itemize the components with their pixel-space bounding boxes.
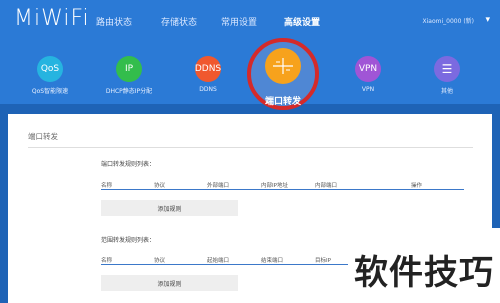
section-title: 端口转发: [28, 132, 58, 141]
add-range-rule-button[interactable]: 添加规则: [101, 275, 238, 291]
chevron-down-icon[interactable]: ▾: [485, 14, 490, 25]
port-forward-label[interactable]: 端口转发: [265, 94, 301, 107]
watermark-text: 软件技巧: [354, 253, 494, 293]
range-rules-label: 范围转发规则列表：: [101, 237, 156, 244]
range-col-end-port: 结束端口: [261, 258, 284, 264]
port-rules-label: 端口转发规则列表：: [101, 161, 156, 168]
port-table-header-line: [101, 189, 464, 190]
device-name[interactable]: Xiaomi_0000 (新): [423, 16, 475, 25]
miwifi-logo: MiWiFi: [14, 6, 90, 31]
ddns-label[interactable]: DDNS: [199, 86, 217, 93]
top-bar: MiWiFi 路由状态 存储状态 常用设置 高级设置 Xiaomi_0000 (…: [0, 0, 500, 44]
range-col-protocol: 协议: [154, 258, 166, 264]
section-divider: [28, 147, 473, 148]
port-forward-glyph-icon: [273, 58, 293, 74]
port-col-protocol: 协议: [154, 183, 166, 189]
qos-label[interactable]: QoS智能限速: [32, 86, 68, 95]
port-col-action: 操作: [411, 183, 423, 189]
port-col-external-port: 外部端口: [207, 183, 230, 189]
range-col-start-port: 起始端口: [207, 258, 230, 264]
nav-storage-status[interactable]: 存储状态: [161, 15, 197, 28]
port-col-internal-ip: 内部IP地址: [261, 183, 288, 189]
nav-advanced-settings[interactable]: 高级设置: [284, 15, 320, 28]
nav-common-settings[interactable]: 常用设置: [221, 15, 257, 28]
port-forward-icon[interactable]: [265, 48, 301, 84]
range-col-name: 名称: [101, 258, 113, 264]
port-col-internal-port: 内部端口: [315, 183, 338, 189]
dhcp-ip-icon[interactable]: IP: [116, 56, 142, 82]
qos-icon[interactable]: QoS: [37, 56, 63, 82]
port-col-name: 名称: [101, 183, 113, 189]
ddns-icon[interactable]: DDNS: [195, 56, 221, 82]
other-label[interactable]: 其他: [441, 86, 453, 95]
dhcp-ip-label[interactable]: DHCP静态IP分配: [106, 86, 152, 95]
vpn-label[interactable]: VPN: [362, 86, 374, 93]
range-col-target-ip: 目标IP: [315, 258, 331, 264]
vpn-icon[interactable]: VPN: [355, 56, 381, 82]
menu-icon[interactable]: ☰: [434, 56, 460, 82]
add-port-rule-button[interactable]: 添加规则: [101, 200, 238, 216]
nav-router-status[interactable]: 路由状态: [96, 15, 132, 28]
